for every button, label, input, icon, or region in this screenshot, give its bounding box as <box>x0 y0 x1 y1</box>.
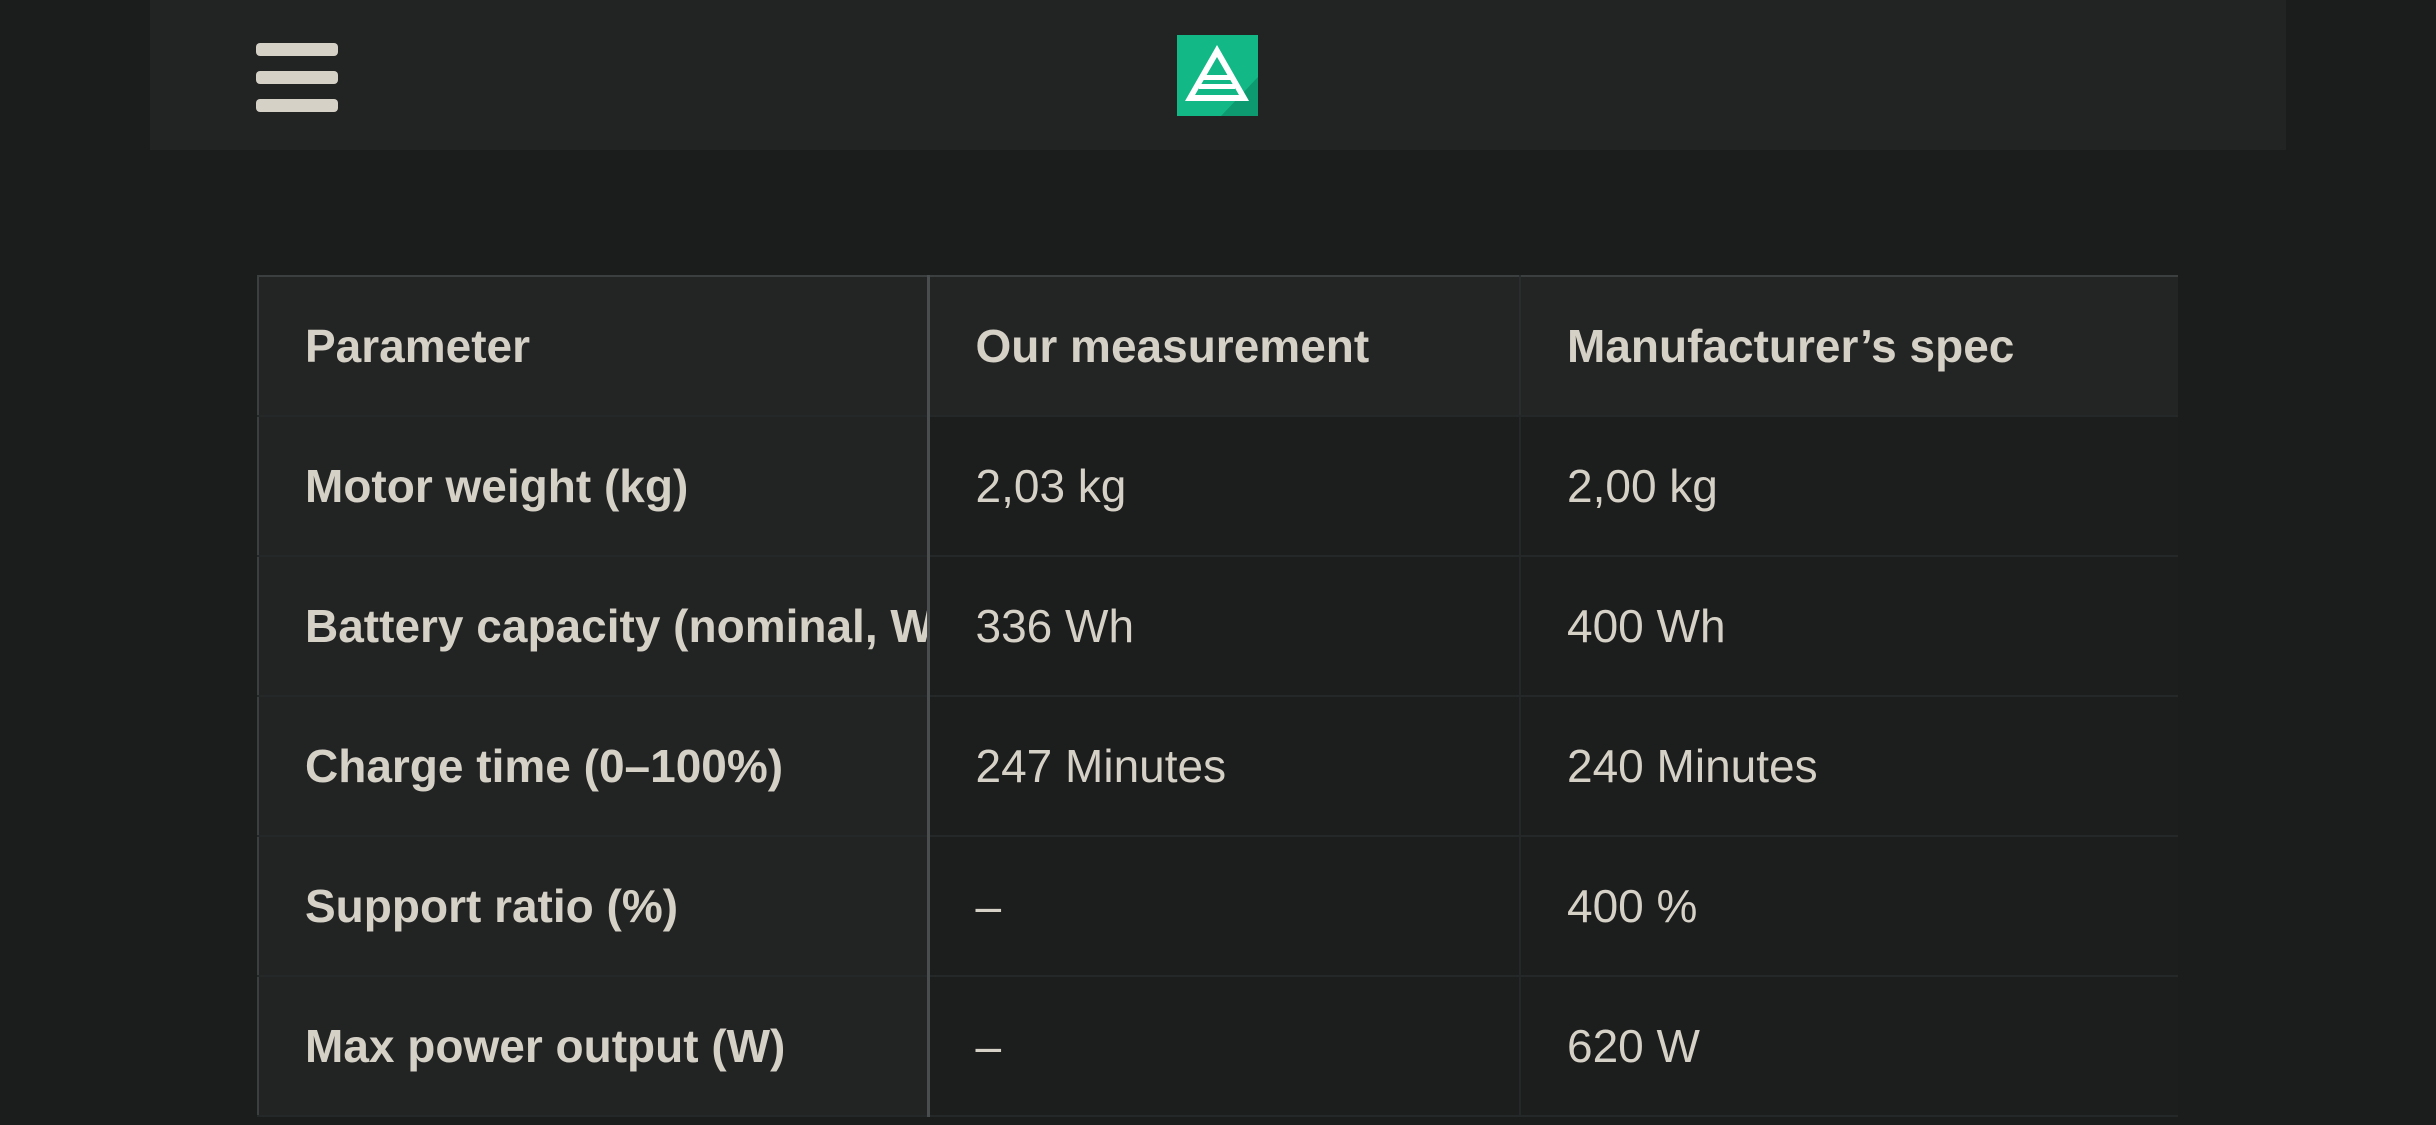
row-measured-value: – <box>928 836 1520 977</box>
row-spec-value: 400 % <box>1519 836 2178 977</box>
column-header-manufacturer-spec: Manufacturer’s spec <box>1519 276 2178 417</box>
row-spec-value: 400 Wh <box>1519 556 2178 697</box>
table-row: Support ratio (%) – 400 % <box>258 836 2178 977</box>
row-parameter: Motor weight (kg) <box>258 416 930 557</box>
row-spec-value: 620 W <box>1519 976 2178 1117</box>
comparison-table: Parameter Our measurement Manufacturer’s… <box>257 275 2178 1117</box>
logo-graphic <box>1177 35 1258 116</box>
table-row: Motor weight (kg) 2,03 kg 2,00 kg <box>258 416 2178 557</box>
menu-line <box>256 99 338 112</box>
column-header-our-measurement: Our measurement <box>926 276 1520 417</box>
column-header-parameter: Parameter <box>258 276 928 417</box>
row-measured-value: 247 Minutes <box>928 696 1520 837</box>
row-spec-value: 2,00 kg <box>1519 416 2178 557</box>
comparison-table-container[interactable]: Parameter Our measurement Manufacturer’s… <box>257 275 2178 1125</box>
row-parameter: Max power output (W) <box>258 976 930 1117</box>
table-row: Max power output (W) – 620 W <box>258 976 2178 1117</box>
table-header-row: Parameter Our measurement Manufacturer’s… <box>258 276 2178 417</box>
hamburger-menu-icon[interactable] <box>256 43 338 113</box>
row-measured-value: 2,03 kg <box>928 416 1520 557</box>
table-row: Charge time (0–100%) 247 Minutes 240 Min… <box>258 696 2178 837</box>
row-measured-value: – <box>928 976 1520 1117</box>
row-parameter: Support ratio (%) <box>258 836 930 977</box>
row-measured-value: 336 Wh <box>928 556 1520 697</box>
table-row: Battery capacity (nominal, Wh) 336 Wh 40… <box>258 556 2178 697</box>
row-parameter: Charge time (0–100%) <box>258 696 930 837</box>
row-spec-value: 240 Minutes <box>1519 696 2178 837</box>
page: Parameter Our measurement Manufacturer’s… <box>0 0 2436 1125</box>
menu-line <box>256 71 338 84</box>
menu-line <box>256 43 338 56</box>
brand-logo-icon[interactable] <box>1177 35 1258 116</box>
row-parameter: Battery capacity (nominal, Wh) <box>258 556 930 697</box>
